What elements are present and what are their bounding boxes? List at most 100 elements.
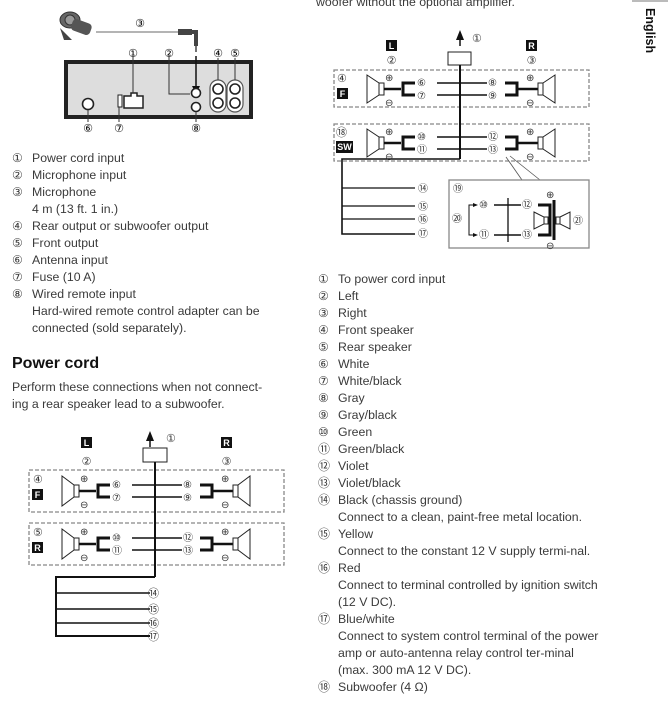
svg-text:⊕: ⊕ (385, 73, 393, 84)
callout-17: ⑰ (418, 228, 428, 240)
right-tag: R (528, 41, 535, 51)
svg-text:⊖: ⊖ (526, 98, 534, 109)
callout-1: ① (128, 48, 138, 60)
legend-item: ⑦ White/black (318, 374, 402, 388)
svg-text:⑬: ⑬ (488, 144, 498, 156)
svg-text:⊕: ⊕ (80, 527, 88, 538)
legend-item: ⑥ Antenna input (12, 253, 108, 267)
legend-item: ⑮ Yellow (318, 527, 374, 541)
legend-detail: Connect to terminal controlled by igniti… (338, 578, 598, 609)
callout-3: ③ (222, 456, 232, 468)
legend-item: ⑱ Subwoofer (4 Ω) (318, 680, 428, 694)
connector-box (447, 51, 472, 66)
connector-box (142, 447, 168, 463)
microphone-icon (59, 11, 92, 40)
svg-text:⑪: ⑪ (417, 144, 427, 156)
callout-4: ④ (337, 73, 347, 85)
callout-1: ① (166, 433, 176, 445)
svg-text:⑫: ⑫ (522, 199, 532, 211)
legend-detail: Connect to system control terminal of th… (338, 629, 599, 677)
callout-2: ② (387, 55, 397, 67)
callout-8: ⑧ (191, 123, 201, 135)
svg-text:⊖: ⊖ (385, 152, 393, 163)
callout-18: ⑱ (336, 126, 347, 139)
callout-15: ⑮ (418, 201, 428, 213)
svg-text:⑫: ⑫ (488, 131, 498, 143)
wired-remote-input (190, 101, 202, 113)
legend-item: ⑧ Wired remote input (12, 287, 136, 301)
side-tab-border (632, 0, 668, 2)
legend-item: ④ Front speaker (318, 323, 414, 337)
legend-detail: 4 m (13 ft. 1 in.) (32, 202, 119, 216)
front-tag: F (340, 89, 346, 99)
callout-19: ⑲ (453, 183, 463, 195)
svg-text:⊖: ⊖ (80, 500, 88, 511)
speaker-icon (73, 484, 80, 498)
callout-20: ⑳ (452, 213, 462, 225)
callout-6: ⑥ (112, 480, 121, 491)
section-intro: Perform these connections when not conne… (12, 380, 263, 411)
antenna-input (81, 97, 95, 111)
svg-text:⊖: ⊖ (80, 553, 88, 564)
fuse (117, 94, 123, 108)
wiring-diagram-subwoofer: ① L ② R ③ ④ F ⑱ SW ⑭ ⑮ ⑯ ⑰ ⊕⊖ ⑥ ⑦ ⑧ ⑨ ⊕⊖… (333, 30, 590, 252)
svg-text:⊖: ⊖ (221, 500, 229, 511)
callout-16: ⑯ (418, 214, 428, 226)
callout-17: ⑰ (148, 630, 159, 643)
legend-item: ⑭ Black (chassis ground) (318, 493, 463, 507)
legend-item: ⑰ Blue/white (318, 612, 395, 626)
legend-item: ⑩ Green (318, 425, 373, 439)
svg-text:⊖: ⊖ (385, 98, 393, 109)
legend-item: ⑥ White (318, 357, 370, 371)
front-tag: F (35, 490, 41, 500)
callout-2: ② (82, 456, 92, 468)
svg-text:⑩: ⑩ (112, 533, 121, 544)
callout-1: ① (472, 33, 482, 45)
callout-14: ⑭ (148, 587, 159, 600)
legend-item: ⑯ Red (318, 561, 361, 575)
legend-item: ② Microphone input (12, 168, 127, 182)
legend-item: ⑬ Violet/black (318, 476, 401, 490)
subwoofer-tag: SW (337, 142, 352, 152)
svg-text:⊕: ⊕ (526, 127, 534, 138)
legend-detail: Hard-wired remote control adapter can be… (32, 304, 260, 335)
language-tab: English (643, 8, 657, 54)
svg-text:⑪: ⑪ (479, 229, 489, 241)
section-heading: Power cord (12, 355, 100, 372)
callout-5: ⑤ (230, 48, 240, 60)
callout-3: ③ (135, 18, 145, 30)
svg-text:⑪: ⑪ (112, 545, 122, 557)
legend-item: ③ Microphone (12, 185, 97, 199)
unit-rear-panel-diagram: ③ ① ② ④ ⑤ ⑥ ⑦ ⑧ (59, 11, 253, 135)
callout-4: ④ (213, 48, 223, 60)
legend-item: ⑪ Green/black (318, 442, 405, 456)
callout-15: ⑮ (148, 603, 159, 616)
left-tag: L (84, 438, 90, 448)
rear-tag: R (34, 543, 41, 553)
svg-text:⑩: ⑩ (479, 200, 488, 211)
legend-item: ⑨ Gray/black (318, 408, 397, 422)
callout-5: ⑤ (33, 527, 43, 539)
svg-text:⑥: ⑥ (417, 78, 426, 89)
legend-item: ① To power cord input (318, 272, 446, 286)
callout-2: ② (164, 48, 174, 60)
svg-text:⑧: ⑧ (488, 78, 497, 89)
legend-detail: Connect to the constant 12 V supply term… (338, 544, 591, 558)
svg-text:⊕: ⊕ (546, 190, 554, 201)
callout-21: ㉑ (573, 215, 583, 227)
legend-item: ④ Rear output or subwoofer output (12, 219, 209, 233)
unit-legend: ① Power cord input ② Microphone input ③ Mic… (12, 150, 302, 337)
microphone-input (190, 87, 202, 99)
legend-item: ⑤ Front output (12, 236, 99, 250)
svg-text:⑫: ⑫ (183, 532, 193, 544)
svg-text:⊕: ⊕ (526, 73, 534, 84)
callout-7: ⑦ (112, 493, 121, 504)
callout-3: ③ (527, 55, 537, 67)
svg-text:⊖: ⊖ (546, 241, 554, 252)
legend-item: ② Left (318, 289, 359, 303)
legend-item: ① Power cord input (12, 151, 125, 165)
legend-item: ⑧ Gray (318, 391, 365, 405)
callout-7: ⑦ (114, 123, 124, 135)
legend-item: ③ Right (318, 306, 367, 320)
svg-text:⑦: ⑦ (417, 91, 426, 102)
